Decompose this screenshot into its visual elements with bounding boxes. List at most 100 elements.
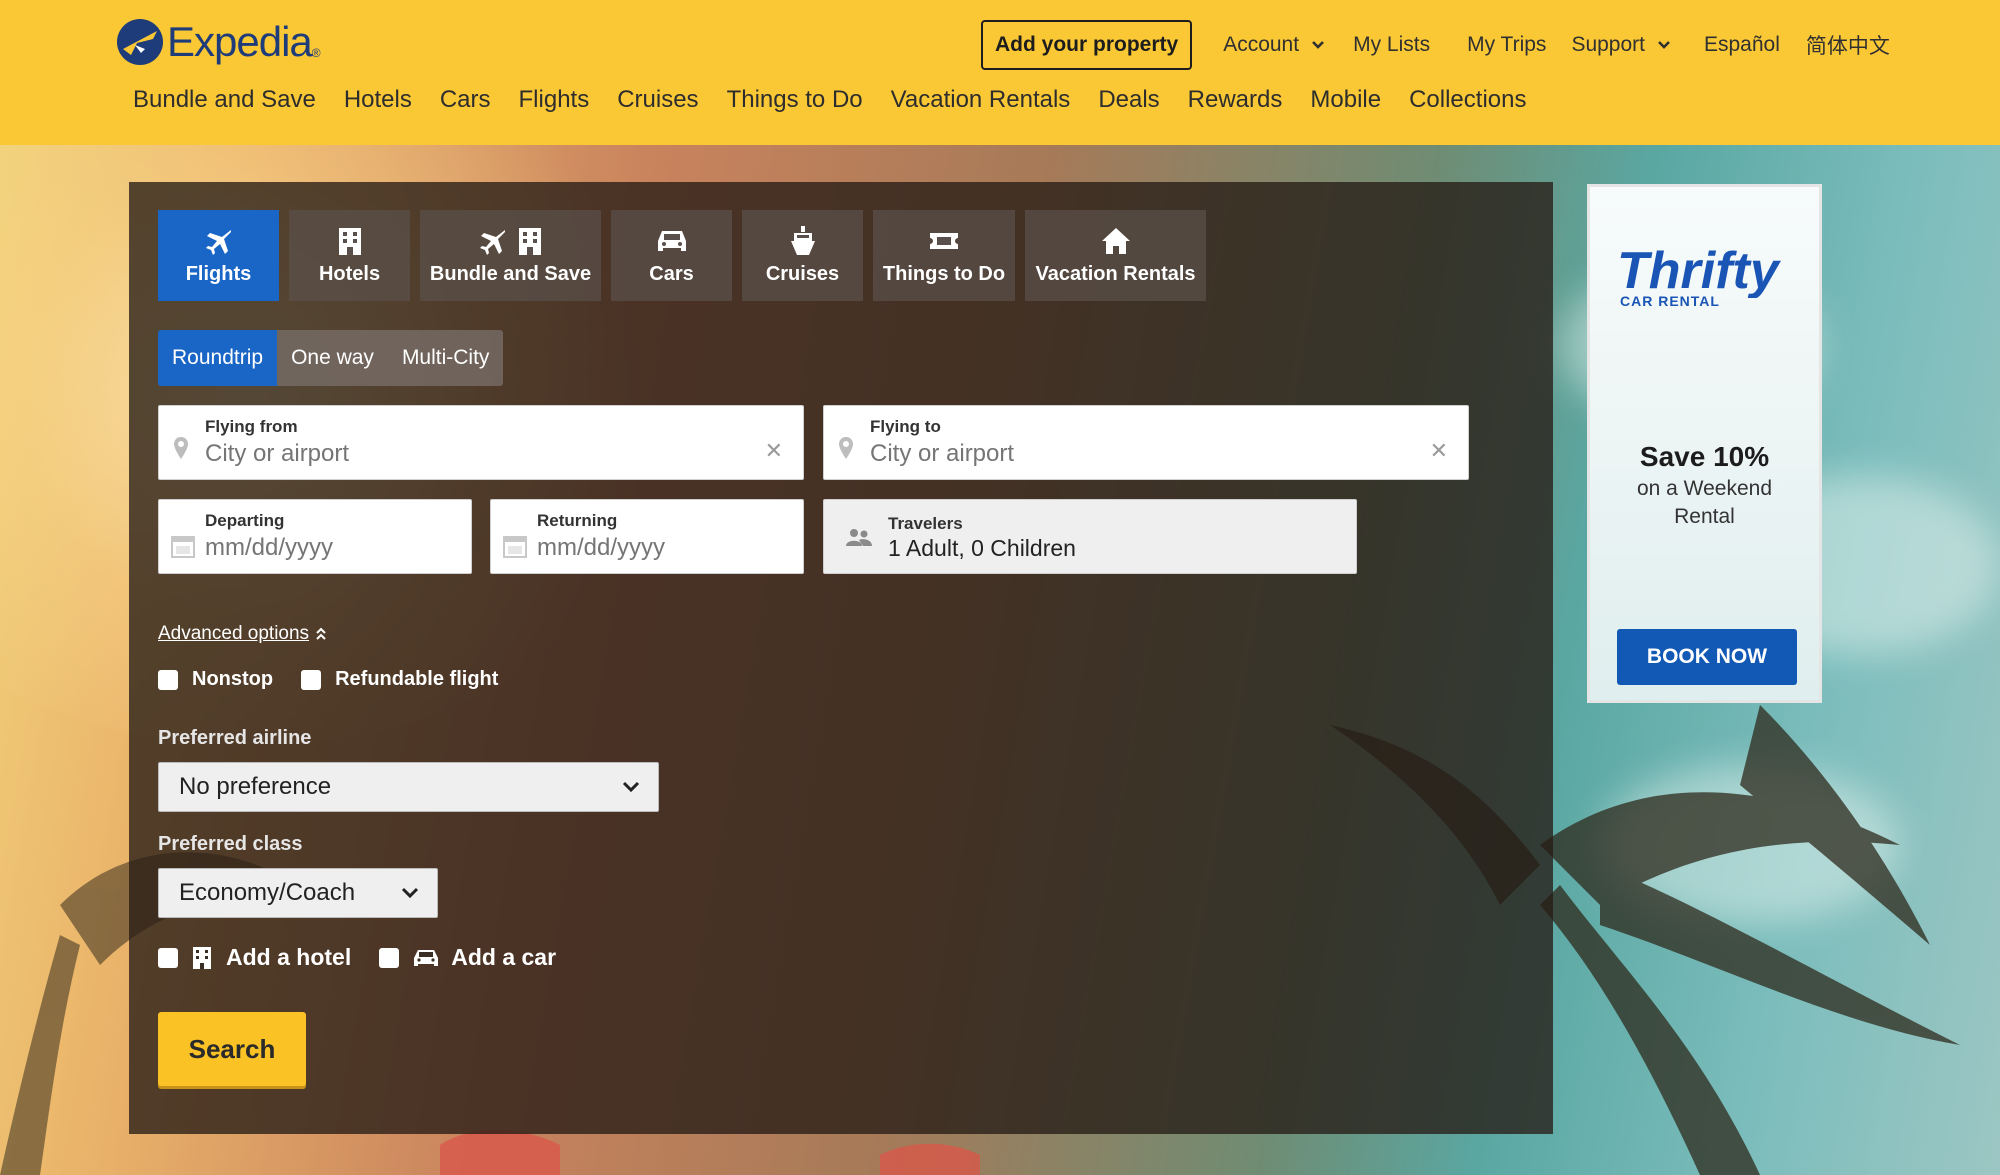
chevron-down-icon <box>622 781 640 793</box>
thrifty-logo: Thrifty <box>1617 242 1782 298</box>
returning-label: Returning <box>537 511 618 530</box>
support-label: Support <box>1571 33 1645 56</box>
globe-plane-icon <box>117 19 163 65</box>
expedia-logo[interactable]: Expedia ® <box>117 18 321 66</box>
nav-bundle-and-save[interactable]: Bundle and Save <box>133 86 316 114</box>
book-now-button[interactable]: BOOK NOW <box>1617 629 1797 685</box>
tab-label: Bundle and Save <box>429 263 592 285</box>
departing-date-field[interactable]: Departing <box>158 499 472 574</box>
flying-to-input[interactable] <box>870 440 1353 468</box>
site-header: Expedia ® Add your property Account My L… <box>0 0 2000 145</box>
thrifty-sub-text: CAR RENTAL <box>1620 293 1720 309</box>
flying-from-input[interactable] <box>205 440 688 468</box>
tab-label: Things to Do <box>882 263 1006 285</box>
nav-vacation-rentals[interactable]: Vacation Rentals <box>891 86 1071 114</box>
ad-line-1: on a Weekend <box>1636 477 1773 500</box>
nav-collections[interactable]: Collections <box>1409 86 1526 114</box>
nav-rewards[interactable]: Rewards <box>1188 86 1283 114</box>
returning-date-field[interactable]: Returning <box>490 499 804 574</box>
departing-input[interactable] <box>205 534 439 562</box>
add-property-button[interactable]: Add your property <box>981 20 1193 70</box>
clear-icon[interactable]: ✕ <box>765 438 783 464</box>
clear-icon[interactable]: ✕ <box>1430 438 1448 464</box>
hotel-icon <box>193 946 211 969</box>
nonstop-checkbox[interactable] <box>158 669 178 690</box>
support-menu[interactable]: Support <box>1571 33 1671 57</box>
my-lists-link[interactable]: My Lists <box>1353 33 1430 57</box>
trip-type-multi-city[interactable]: Multi-City <box>388 330 504 386</box>
my-trips-link[interactable]: My Trips <box>1467 33 1546 57</box>
tab-cruises[interactable]: Cruises <box>742 210 863 301</box>
tab-bundle-and-save[interactable]: Bundle and Save <box>420 210 601 301</box>
add-ons-checkboxes: Add a hotel Add a car <box>158 944 584 971</box>
preferred-class-value: Economy/Coach <box>179 879 356 906</box>
nonstop-option[interactable]: Nonstop <box>158 668 273 691</box>
tab-label: Cruises <box>765 263 840 285</box>
car-icon <box>414 949 439 966</box>
search-button[interactable]: Search <box>158 1012 306 1086</box>
flying-to-label: Flying to <box>870 417 941 436</box>
refundable-label: Refundable flight <box>335 668 499 690</box>
flying-from-field[interactable]: Flying from ✕ <box>158 405 804 480</box>
tab-things-to-do[interactable]: Things to Do <box>873 210 1015 301</box>
ticket-icon <box>928 225 960 257</box>
flight-filter-checkboxes: Nonstop Refundable flight <box>158 668 526 691</box>
preferred-airline-value: No preference <box>179 773 332 800</box>
travelers-label: Travelers <box>888 514 963 533</box>
preferred-airline-select[interactable]: No preference <box>158 762 659 812</box>
travelers-field[interactable]: Travelers 1 Adult, 0 Children <box>823 499 1357 574</box>
add-car-option[interactable]: Add a car <box>379 944 556 971</box>
house-icon <box>1101 225 1131 257</box>
tab-cars[interactable]: Cars <box>611 210 732 301</box>
main-nav: Bundle and Save Hotels Cars Flights Crui… <box>133 86 1554 114</box>
add-hotel-option[interactable]: Add a hotel <box>158 944 351 971</box>
trip-type-one-way[interactable]: One way <box>277 330 388 386</box>
tab-hotels[interactable]: Hotels <box>289 210 410 301</box>
nav-deals[interactable]: Deals <box>1098 86 1159 114</box>
nav-cars[interactable]: Cars <box>440 86 491 114</box>
add-car-checkbox[interactable] <box>379 947 400 968</box>
tab-label: Flights <box>185 263 252 285</box>
nav-things-to-do[interactable]: Things to Do <box>727 86 863 114</box>
hotel-icon <box>336 225 364 257</box>
nav-hotels[interactable]: Hotels <box>344 86 412 114</box>
plane-hotel-icon <box>478 225 544 257</box>
travelers-icon <box>846 529 872 546</box>
language-espanol-link[interactable]: Español <box>1704 33 1780 57</box>
tab-flights[interactable]: Flights <box>158 210 279 301</box>
preferred-class-label: Preferred class <box>158 833 303 855</box>
refundable-checkbox[interactable] <box>301 669 322 690</box>
plane-icon <box>204 225 234 257</box>
trip-type-roundtrip[interactable]: Roundtrip <box>158 330 278 386</box>
flying-from-label: Flying from <box>205 417 298 436</box>
map-pin-icon <box>174 437 188 459</box>
nav-mobile[interactable]: Mobile <box>1310 86 1381 114</box>
nav-flights[interactable]: Flights <box>519 86 590 114</box>
tab-label: Vacation Rentals <box>1035 263 1196 285</box>
chevron-down-icon <box>1312 41 1324 49</box>
nav-cruises[interactable]: Cruises <box>617 86 698 114</box>
ad-headline: Save 10% <box>1639 441 1770 472</box>
returning-input[interactable] <box>537 534 771 562</box>
search-panel: Flights Hotels Bundle and Save Cars Crui… <box>129 182 1553 1134</box>
add-hotel-checkbox[interactable] <box>158 947 178 968</box>
tab-label: Cars <box>649 263 694 285</box>
add-car-label: Add a car <box>451 944 557 970</box>
refundable-option[interactable]: Refundable flight <box>301 668 498 691</box>
advanced-options-toggle[interactable]: Advanced options <box>158 623 327 645</box>
tab-label: Hotels <box>318 263 381 285</box>
chevron-down-icon <box>401 887 419 899</box>
logo-text: Expedia <box>167 18 313 65</box>
thrifty-brand-text: Thrifty <box>1617 242 1782 298</box>
nonstop-label: Nonstop <box>192 668 274 690</box>
tab-vacation-rentals[interactable]: Vacation Rentals <box>1025 210 1206 301</box>
add-hotel-label: Add a hotel <box>226 944 352 970</box>
ship-icon <box>789 225 817 257</box>
preferred-class-select[interactable]: Economy/Coach <box>158 868 438 918</box>
account-menu[interactable]: Account <box>1223 33 1325 57</box>
chevron-down-icon <box>1658 41 1670 49</box>
language-chinese-link[interactable]: 简体中文 <box>1806 30 1890 60</box>
flying-to-field[interactable]: Flying to ✕ <box>823 405 1469 480</box>
advanced-options-label: Advanced options <box>158 623 310 644</box>
thrifty-ad[interactable]: Thrifty CAR RENTAL Save 10% on a Weekend… <box>1587 184 1822 703</box>
